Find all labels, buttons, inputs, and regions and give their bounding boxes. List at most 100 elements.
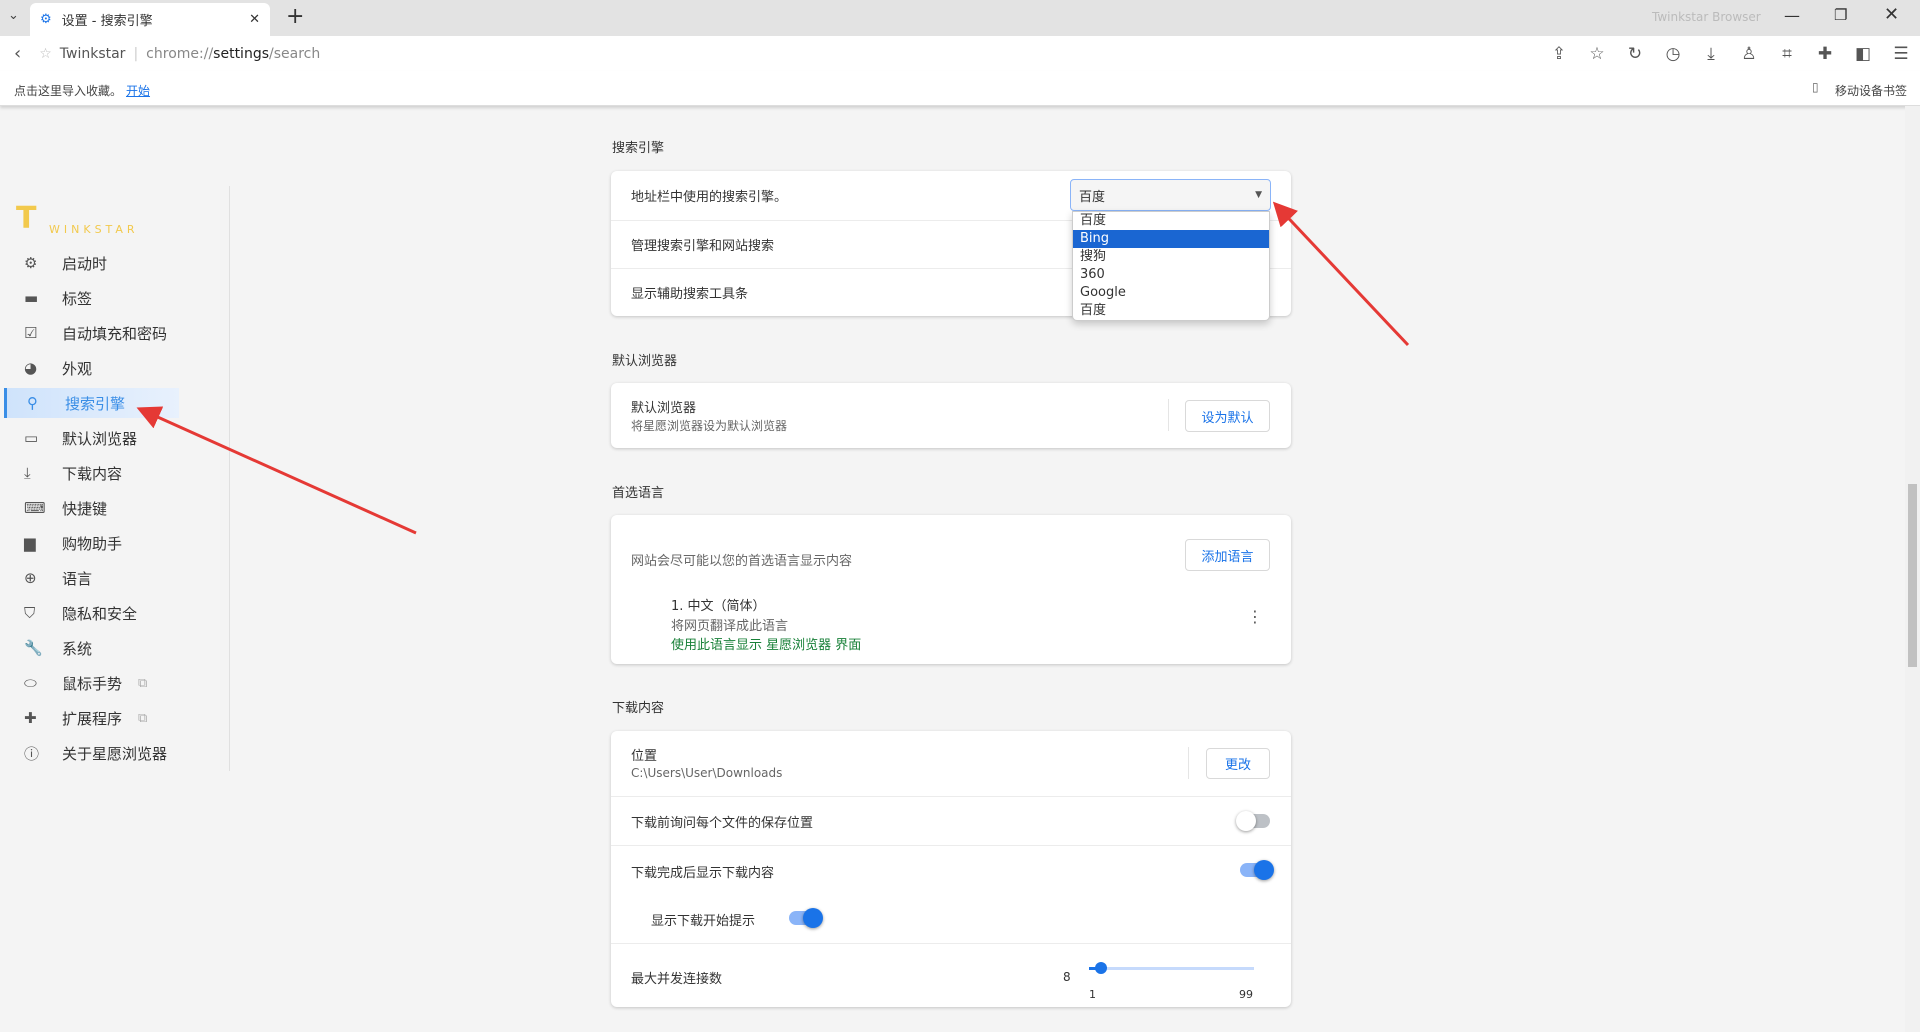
sidebar-item[interactable]: ✚ 扩展程序 ⧉: [4, 703, 179, 733]
sidebar-item[interactable]: ⚙ 启动时: [4, 248, 179, 278]
dropdown-arrow-icon: ▼: [1255, 190, 1262, 200]
search-icon: ⚲: [27, 394, 38, 412]
sidebar-item[interactable]: ⚲ 搜索引擎: [4, 388, 179, 418]
sidebar-item[interactable]: ⓘ 关于星愿浏览器: [4, 738, 179, 768]
sidebar-item-label: 自动填充和密码: [62, 324, 168, 343]
history-icon[interactable]: ◷: [1654, 44, 1692, 64]
location-label: 位置: [631, 749, 658, 764]
tab-list-chevron-icon[interactable]: ⌄: [8, 8, 19, 23]
sidebar-item-label: 下载内容: [62, 464, 123, 483]
profile-icon[interactable]: ♙: [1730, 44, 1768, 64]
sidebar: T WINKSTAR ⚙ 启动时 ▬ 标签 ☑ 自动填充和密码 ◕ 外观 ⚲ 搜索引擎 ▭ 默认浏览器…: [0, 106, 230, 1032]
share-icon[interactable]: ⇪: [1540, 44, 1578, 64]
new-tab-button[interactable]: +: [286, 4, 304, 29]
engine-option[interactable]: 百度: [1073, 212, 1269, 230]
external-link-icon: ⧉: [138, 710, 148, 726]
engine-label: 地址栏中使用的搜索引擎。: [631, 190, 788, 205]
import-prompt: 点击这里导入收藏。: [14, 84, 123, 98]
sidebar-item[interactable]: ▬ 标签: [4, 283, 179, 313]
sidebar-item[interactable]: ⛉ 隐私和安全: [4, 598, 179, 628]
settings-gear-icon: ⚙: [40, 12, 52, 27]
scrollbar[interactable]: [1905, 106, 1920, 1032]
arrow-to-dropdown: [1272, 201, 1410, 347]
shield-icon: ⛉: [24, 604, 36, 622]
url-field[interactable]: chrome://settings/search: [146, 46, 320, 62]
default-browser-card: 默认浏览器 将星愿浏览器设为默认浏览器 设为默认: [611, 383, 1291, 448]
mobile-bookmarks-link[interactable]: 移动设备书签: [1835, 82, 1907, 99]
engine-option[interactable]: 搜狗: [1073, 248, 1269, 266]
default-browser-label: 默认浏览器: [631, 401, 697, 416]
crop-icon[interactable]: ⌗: [1768, 44, 1806, 64]
downloads-card: 位置 C:\Users\User\Downloads 更改 下载前询问每个文件的…: [611, 731, 1291, 1007]
bookmark-bar: 点击这里导入收藏。 开始 ▯ 移动设备书签: [0, 71, 1920, 106]
show-after-toggle[interactable]: [1240, 860, 1274, 880]
bookmark-star-icon[interactable]: ☆: [1578, 44, 1616, 64]
slider-value: 8: [1063, 970, 1071, 984]
sidebar-item[interactable]: ◕ 外观: [4, 353, 179, 383]
engine-option[interactable]: Bing: [1073, 230, 1269, 248]
start-tip-label: 显示下载开始提示: [651, 914, 756, 929]
menu-icon[interactable]: ☰: [1882, 44, 1920, 64]
sidebar-item[interactable]: ▆ 购物助手: [4, 528, 179, 558]
globe-icon: ⊕: [24, 569, 37, 587]
reload-icon[interactable]: ↻: [1616, 44, 1654, 64]
keyboard-icon: ⌨: [24, 499, 46, 517]
palette-icon: ◕: [24, 359, 38, 377]
ask-location-toggle[interactable]: [1236, 811, 1270, 831]
engine-select[interactable]: 百度 ▼: [1070, 179, 1271, 211]
sidebar-item[interactable]: ⤓ 下载内容: [4, 458, 179, 488]
edit-icon: ☑: [24, 324, 38, 342]
slider-handle[interactable]: [1094, 962, 1107, 974]
import-start-link[interactable]: 开始: [126, 82, 150, 99]
start-tip-toggle[interactable]: [789, 908, 823, 928]
external-link-icon: ⧉: [138, 675, 148, 691]
sidebar-item-label: 系统: [62, 639, 93, 658]
sidebar-panel-icon[interactable]: ◧: [1844, 44, 1882, 64]
favorite-star-icon[interactable]: ☆: [39, 46, 52, 62]
puzzle-icon: ✚: [24, 709, 37, 727]
download-icon[interactable]: ⤓: [1692, 44, 1730, 64]
tab-settings[interactable]: ⚙ 设置 - 搜索引擎 ✕: [30, 3, 270, 36]
engine-dropdown-list: 百度 Bing 搜狗 360 Google 百度: [1072, 211, 1270, 321]
sidebar-item-label: 标签: [62, 289, 93, 308]
sidebar-item[interactable]: ▭ 默认浏览器: [4, 423, 179, 453]
info-icon: ⓘ: [24, 744, 40, 763]
engine-option[interactable]: 360: [1073, 266, 1269, 284]
download-icon: ⤓: [24, 464, 31, 482]
sidebar-item[interactable]: ☑ 自动填充和密码: [4, 318, 179, 348]
twinkstar-logo: T: [16, 201, 37, 236]
language-item: 1. 中文（简体）: [671, 599, 766, 614]
sidebar-item[interactable]: ⊕ 语言: [4, 563, 179, 593]
sidebar-item-label: 语言: [62, 569, 93, 588]
more-options-icon[interactable]: ⋮: [1247, 607, 1263, 626]
engine-option[interactable]: 百度: [1073, 302, 1269, 320]
sidebar-item-label: 关于星愿浏览器: [62, 744, 168, 763]
sidebar-item-label: 鼠标手势: [62, 674, 123, 693]
sidebar-item-label: 启动时: [62, 254, 108, 273]
tab-strip: ⌄ ⚙ 设置 - 搜索引擎 ✕ + Twinkstar Browser — ❐ …: [0, 0, 1920, 36]
bag-icon: ▆: [24, 534, 36, 552]
restore-button[interactable]: ❐: [1834, 6, 1847, 24]
sidebar-item[interactable]: ⬭ 鼠标手势 ⧉: [4, 668, 179, 698]
set-default-button[interactable]: 设为默认: [1185, 400, 1270, 432]
engine-option[interactable]: Google: [1073, 284, 1269, 302]
address-bar: ‹ ☆ Twinkstar | chrome://settings/search…: [0, 36, 1920, 71]
sidebar-item[interactable]: 🔧 系统: [4, 633, 179, 663]
scrollbar-thumb[interactable]: [1908, 484, 1917, 667]
section-title-downloads: 下载内容: [612, 701, 665, 716]
close-tab-icon[interactable]: ✕: [249, 12, 260, 27]
max-connections-label: 最大并发连接数: [631, 972, 723, 987]
sidebar-item-label: 外观: [62, 359, 93, 378]
show-after-label: 下载完成后显示下载内容: [631, 866, 775, 881]
close-window-button[interactable]: ✕: [1884, 4, 1899, 25]
add-language-button[interactable]: 添加语言: [1185, 539, 1270, 571]
window-title: Twinkstar Browser: [1652, 10, 1761, 24]
extensions-icon[interactable]: ✚: [1806, 44, 1844, 64]
change-location-button[interactable]: 更改: [1206, 748, 1270, 779]
mouse-icon: ⬭: [24, 674, 37, 692]
gear-icon: ⚙: [24, 254, 38, 272]
back-button[interactable]: ‹: [14, 43, 21, 64]
minimize-button[interactable]: —: [1784, 6, 1800, 25]
sidebar-item[interactable]: ⌨ 快捷键: [4, 493, 179, 523]
max-connections-slider[interactable]: [1089, 962, 1254, 974]
